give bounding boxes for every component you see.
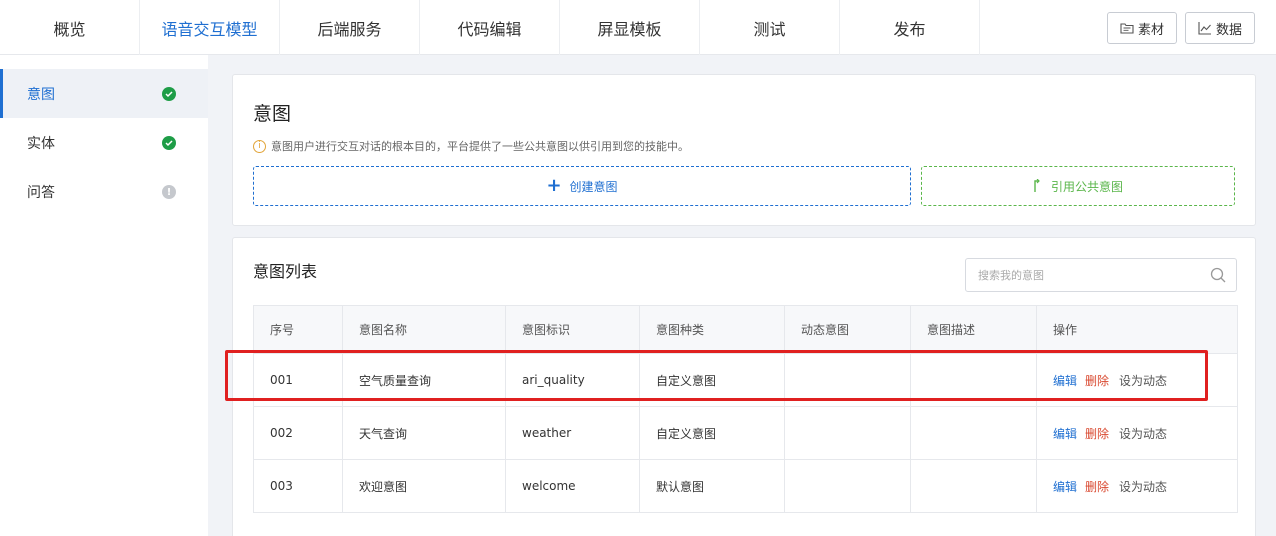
intent-list-title: 意图列表: [253, 262, 318, 281]
search-input[interactable]: [966, 259, 1196, 291]
row-index: 002: [253, 406, 343, 460]
intent-list-card: 意图列表 序号 意图名称 意图标识 意图种类 动态意图 意图描述 操作 001 …: [232, 237, 1256, 536]
row-index: 001: [253, 353, 343, 407]
tab-test[interactable]: 测试: [700, 0, 840, 55]
tab-code-editor[interactable]: 代码编辑: [420, 0, 560, 55]
row-desc: [910, 459, 1037, 513]
row-actions: 编辑 删除 设为动态: [1036, 406, 1238, 460]
row-actions: 编辑 删除 设为动态: [1036, 459, 1238, 513]
set-dynamic-link[interactable]: 设为动态: [1119, 374, 1167, 388]
info-icon: i: [253, 139, 266, 153]
top-nav: 概览 语音交互模型 后端服务 代码编辑 屏显模板 测试 发布 素材 数据: [0, 0, 1276, 55]
row-desc: [910, 353, 1037, 407]
import-public-intent-button[interactable]: 引用公共意图: [921, 166, 1235, 206]
sidebar-item-label: 意图: [27, 86, 55, 103]
tab-voice-model[interactable]: 语音交互模型: [140, 0, 280, 55]
search-icon[interactable]: [1210, 267, 1226, 283]
tab-overview[interactable]: 概览: [0, 0, 140, 55]
column-header: 操作: [1036, 305, 1238, 354]
data-button[interactable]: 数据: [1184, 12, 1255, 44]
table-row: 001 空气质量查询 ari_quality 自定义意图 编辑 删除 设为动态: [253, 353, 1238, 407]
sidebar: 意图 实体 问答 !: [0, 55, 208, 536]
search-box: [965, 258, 1237, 292]
row-name: 欢迎意图: [342, 459, 506, 513]
data-label: 数据: [1215, 21, 1242, 37]
edit-link[interactable]: 编辑: [1053, 427, 1077, 441]
tab-backend[interactable]: 后端服务: [280, 0, 420, 55]
chart-icon: [1198, 22, 1211, 35]
intent-info: i 意图用户进行交互对话的根本目的，平台提供了一些公共意图以供引用到您的技能中。: [253, 138, 689, 154]
create-intent-button[interactable]: + 创建意图: [253, 166, 911, 206]
row-name: 空气质量查询: [342, 353, 506, 407]
row-name: 天气查询: [342, 406, 506, 460]
check-icon: [162, 87, 176, 101]
sidebar-item-label: 实体: [27, 135, 55, 152]
check-icon: [162, 136, 176, 150]
column-header: 动态意图: [784, 305, 911, 354]
top-actions: 素材 数据: [1106, 12, 1255, 44]
set-dynamic-link[interactable]: 设为动态: [1119, 427, 1167, 441]
column-header: 意图名称: [342, 305, 506, 354]
intent-info-text: 意图用户进行交互对话的根本目的，平台提供了一些公共意图以供引用到您的技能中。: [271, 140, 689, 153]
sidebar-item-entity[interactable]: 实体: [0, 118, 208, 167]
row-kind: 自定义意图: [639, 353, 785, 407]
materials-button[interactable]: 素材: [1106, 12, 1177, 44]
column-header: 意图描述: [910, 305, 1037, 354]
row-id: weather: [505, 406, 640, 460]
materials-label: 素材: [1137, 21, 1164, 37]
row-desc: [910, 406, 1037, 460]
table-row: 003 欢迎意图 welcome 默认意图 编辑 删除 设为动态: [253, 459, 1238, 513]
arrow-up-icon: [1034, 179, 1040, 192]
create-intent-label: 创建意图: [569, 179, 618, 194]
column-header: 意图种类: [639, 305, 785, 354]
folder-icon: [1120, 23, 1134, 34]
intent-table: 序号 意图名称 意图标识 意图种类 动态意图 意图描述 操作 001 空气质量查…: [253, 305, 1238, 513]
tab-publish[interactable]: 发布: [840, 0, 980, 55]
sidebar-item-qa[interactable]: 问答 !: [0, 167, 208, 216]
table-row: 002 天气查询 weather 自定义意图 编辑 删除 设为动态: [253, 406, 1238, 460]
sidebar-item-label: 问答: [27, 184, 55, 201]
plus-icon: +: [546, 175, 562, 196]
row-kind: 自定义意图: [639, 406, 785, 460]
delete-link[interactable]: 删除: [1085, 427, 1109, 441]
row-index: 003: [253, 459, 343, 513]
row-kind: 默认意图: [639, 459, 785, 513]
intent-card: 意图 i 意图用户进行交互对话的根本目的，平台提供了一些公共意图以供引用到您的技…: [232, 74, 1256, 226]
edit-link[interactable]: 编辑: [1053, 374, 1077, 388]
edit-link[interactable]: 编辑: [1053, 480, 1077, 494]
row-actions: 编辑 删除 设为动态: [1036, 353, 1238, 407]
delete-link[interactable]: 删除: [1085, 374, 1109, 388]
exclamation-icon: !: [162, 185, 176, 199]
tab-screen-template[interactable]: 屏显模板: [560, 0, 700, 55]
row-dynamic: [784, 406, 911, 460]
page-title: 意图: [253, 103, 292, 125]
column-header: 序号: [253, 305, 343, 354]
row-dynamic: [784, 353, 911, 407]
table-header-row: 序号 意图名称 意图标识 意图种类 动态意图 意图描述 操作: [253, 305, 1238, 354]
row-id: welcome: [505, 459, 640, 513]
delete-link[interactable]: 删除: [1085, 480, 1109, 494]
column-header: 意图标识: [505, 305, 640, 354]
row-id: ari_quality: [505, 353, 640, 407]
row-dynamic: [784, 459, 911, 513]
import-public-intent-label: 引用公共意图: [1050, 179, 1123, 194]
set-dynamic-link[interactable]: 设为动态: [1119, 480, 1167, 494]
sidebar-item-intent[interactable]: 意图: [0, 69, 208, 118]
